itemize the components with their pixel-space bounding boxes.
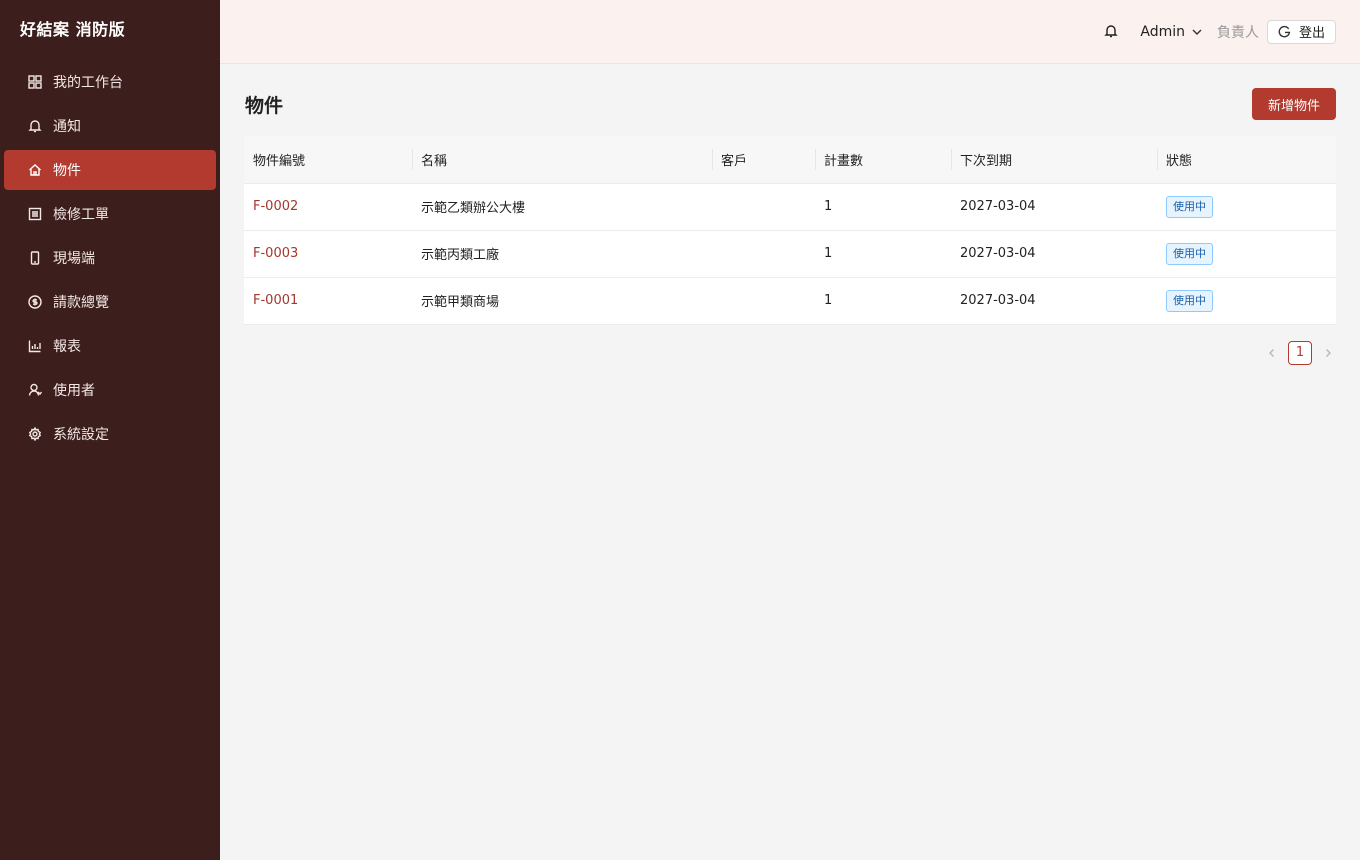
mobile-icon: [27, 250, 43, 266]
sidebar: 好結案 消防版 我的工作台 通知 物件 檢修工單 現場端 請款總覽 報表 使用者…: [0, 0, 220, 860]
cell-status: 使用中: [1157, 183, 1336, 231]
properties-table: 物件編號 名稱 客戶 計畫數 下次到期 狀態 F-0002 示範乙類辦公大樓 1…: [244, 136, 1336, 325]
sidebar-item-label: 我的工作台: [53, 75, 123, 91]
cell-code: F-0002: [244, 183, 412, 231]
table-row[interactable]: F-0003 示範丙類工廠 1 2027-03-04 使用中: [244, 230, 1336, 278]
pagination: 1: [244, 340, 1336, 365]
cell-code: F-0001: [244, 277, 412, 325]
page-number-current[interactable]: 1: [1288, 340, 1312, 365]
cell-plans: 1: [815, 183, 951, 231]
sidebar-item-settings[interactable]: 系統設定: [4, 414, 216, 454]
top-header: Admin 負責人 登出: [220, 0, 1360, 64]
cell-name: 示範丙類工廠: [412, 230, 712, 278]
cell-plans: 1: [815, 277, 951, 325]
status-badge: 使用中: [1166, 242, 1213, 265]
user-menu[interactable]: Admin: [1140, 24, 1203, 40]
table-row[interactable]: F-0001 示範甲類商場 1 2027-03-04 使用中: [244, 277, 1336, 325]
column-header-name[interactable]: 名稱: [412, 136, 712, 184]
sidebar-item-label: 系統設定: [53, 427, 109, 443]
sidebar-item-label: 現場端: [53, 251, 95, 267]
next-page-button[interactable]: [1320, 341, 1336, 365]
user-icon: [27, 382, 43, 398]
add-property-button[interactable]: 新增物件: [1251, 88, 1336, 120]
cell-client: [712, 277, 815, 325]
column-header-plans[interactable]: 計畫數: [815, 136, 951, 184]
sidebar-item-label: 通知: [53, 119, 81, 135]
gear-icon: [27, 426, 43, 442]
bar-chart-icon: [27, 338, 43, 354]
sidebar-item-field[interactable]: 現場端: [4, 238, 216, 278]
bell-icon: [27, 118, 43, 134]
logout-button[interactable]: 登出: [1266, 19, 1336, 44]
property-code-link[interactable]: F-0001: [253, 293, 298, 308]
cell-due: 2027-03-04: [951, 230, 1157, 278]
sidebar-item-label: 請款總覽: [53, 295, 109, 311]
chevron-right-icon: [1325, 348, 1332, 357]
user-role: 負責人: [1216, 24, 1259, 41]
logout-label: 登出: [1298, 25, 1325, 40]
sidebar-item-workbench[interactable]: 我的工作台: [4, 62, 216, 102]
sidebar-item-label: 檢修工單: [53, 207, 109, 223]
user-name: Admin: [1140, 23, 1185, 40]
dollar-icon: [27, 294, 43, 310]
main-content: 物件 新增物件 物件編號 名稱 客戶 計畫數 下次到期 狀態 F-0002 示範…: [244, 88, 1336, 365]
sidebar-menu: 我的工作台 通知 物件 檢修工單 現場端 請款總覽 報表 使用者 系統設定: [0, 56, 220, 454]
table-row[interactable]: F-0002 示範乙類辦公大樓 1 2027-03-04 使用中: [244, 183, 1336, 231]
property-code-link[interactable]: F-0003: [253, 246, 298, 261]
page-header: 物件 新增物件: [244, 88, 1336, 120]
column-header-status[interactable]: 狀態: [1157, 136, 1336, 184]
column-header-due[interactable]: 下次到期: [951, 136, 1157, 184]
cell-name: 示範乙類辦公大樓: [412, 183, 712, 231]
property-code-link[interactable]: F-0002: [253, 199, 298, 214]
sidebar-item-label: 報表: [53, 339, 81, 355]
chevron-down-icon: [1192, 29, 1202, 35]
list-icon: [27, 206, 43, 222]
cell-status: 使用中: [1157, 230, 1336, 278]
sidebar-item-label: 使用者: [53, 383, 95, 399]
dashboard-icon: [27, 74, 43, 90]
page-title: 物件: [245, 94, 284, 117]
cell-code: F-0003: [244, 230, 412, 278]
status-badge: 使用中: [1166, 289, 1213, 312]
logout-icon: [1278, 25, 1291, 38]
sidebar-item-billing[interactable]: 請款總覽: [4, 282, 216, 322]
sidebar-item-users[interactable]: 使用者: [4, 370, 216, 410]
cell-client: [712, 230, 815, 278]
column-header-client[interactable]: 客戶: [712, 136, 815, 184]
sidebar-item-work-orders[interactable]: 檢修工單: [4, 194, 216, 234]
cell-due: 2027-03-04: [951, 277, 1157, 325]
bell-icon[interactable]: [1104, 24, 1120, 40]
sidebar-item-reports[interactable]: 報表: [4, 326, 216, 366]
cell-name: 示範甲類商場: [412, 277, 712, 325]
cell-due: 2027-03-04: [951, 183, 1157, 231]
app-title: 好結案 消防版: [20, 20, 126, 39]
table-header-row: 物件編號 名稱 客戶 計畫數 下次到期 狀態: [244, 136, 1336, 184]
sidebar-item-properties[interactable]: 物件: [4, 150, 216, 190]
cell-status: 使用中: [1157, 277, 1336, 325]
sidebar-item-label: 物件: [53, 163, 81, 179]
home-icon: [27, 162, 43, 178]
prev-page-button[interactable]: [1264, 341, 1280, 365]
cell-plans: 1: [815, 230, 951, 278]
column-header-code[interactable]: 物件編號: [244, 136, 412, 184]
cell-client: [712, 183, 815, 231]
chevron-left-icon: [1268, 348, 1275, 357]
status-badge: 使用中: [1166, 195, 1213, 218]
sidebar-item-notifications[interactable]: 通知: [4, 106, 216, 146]
